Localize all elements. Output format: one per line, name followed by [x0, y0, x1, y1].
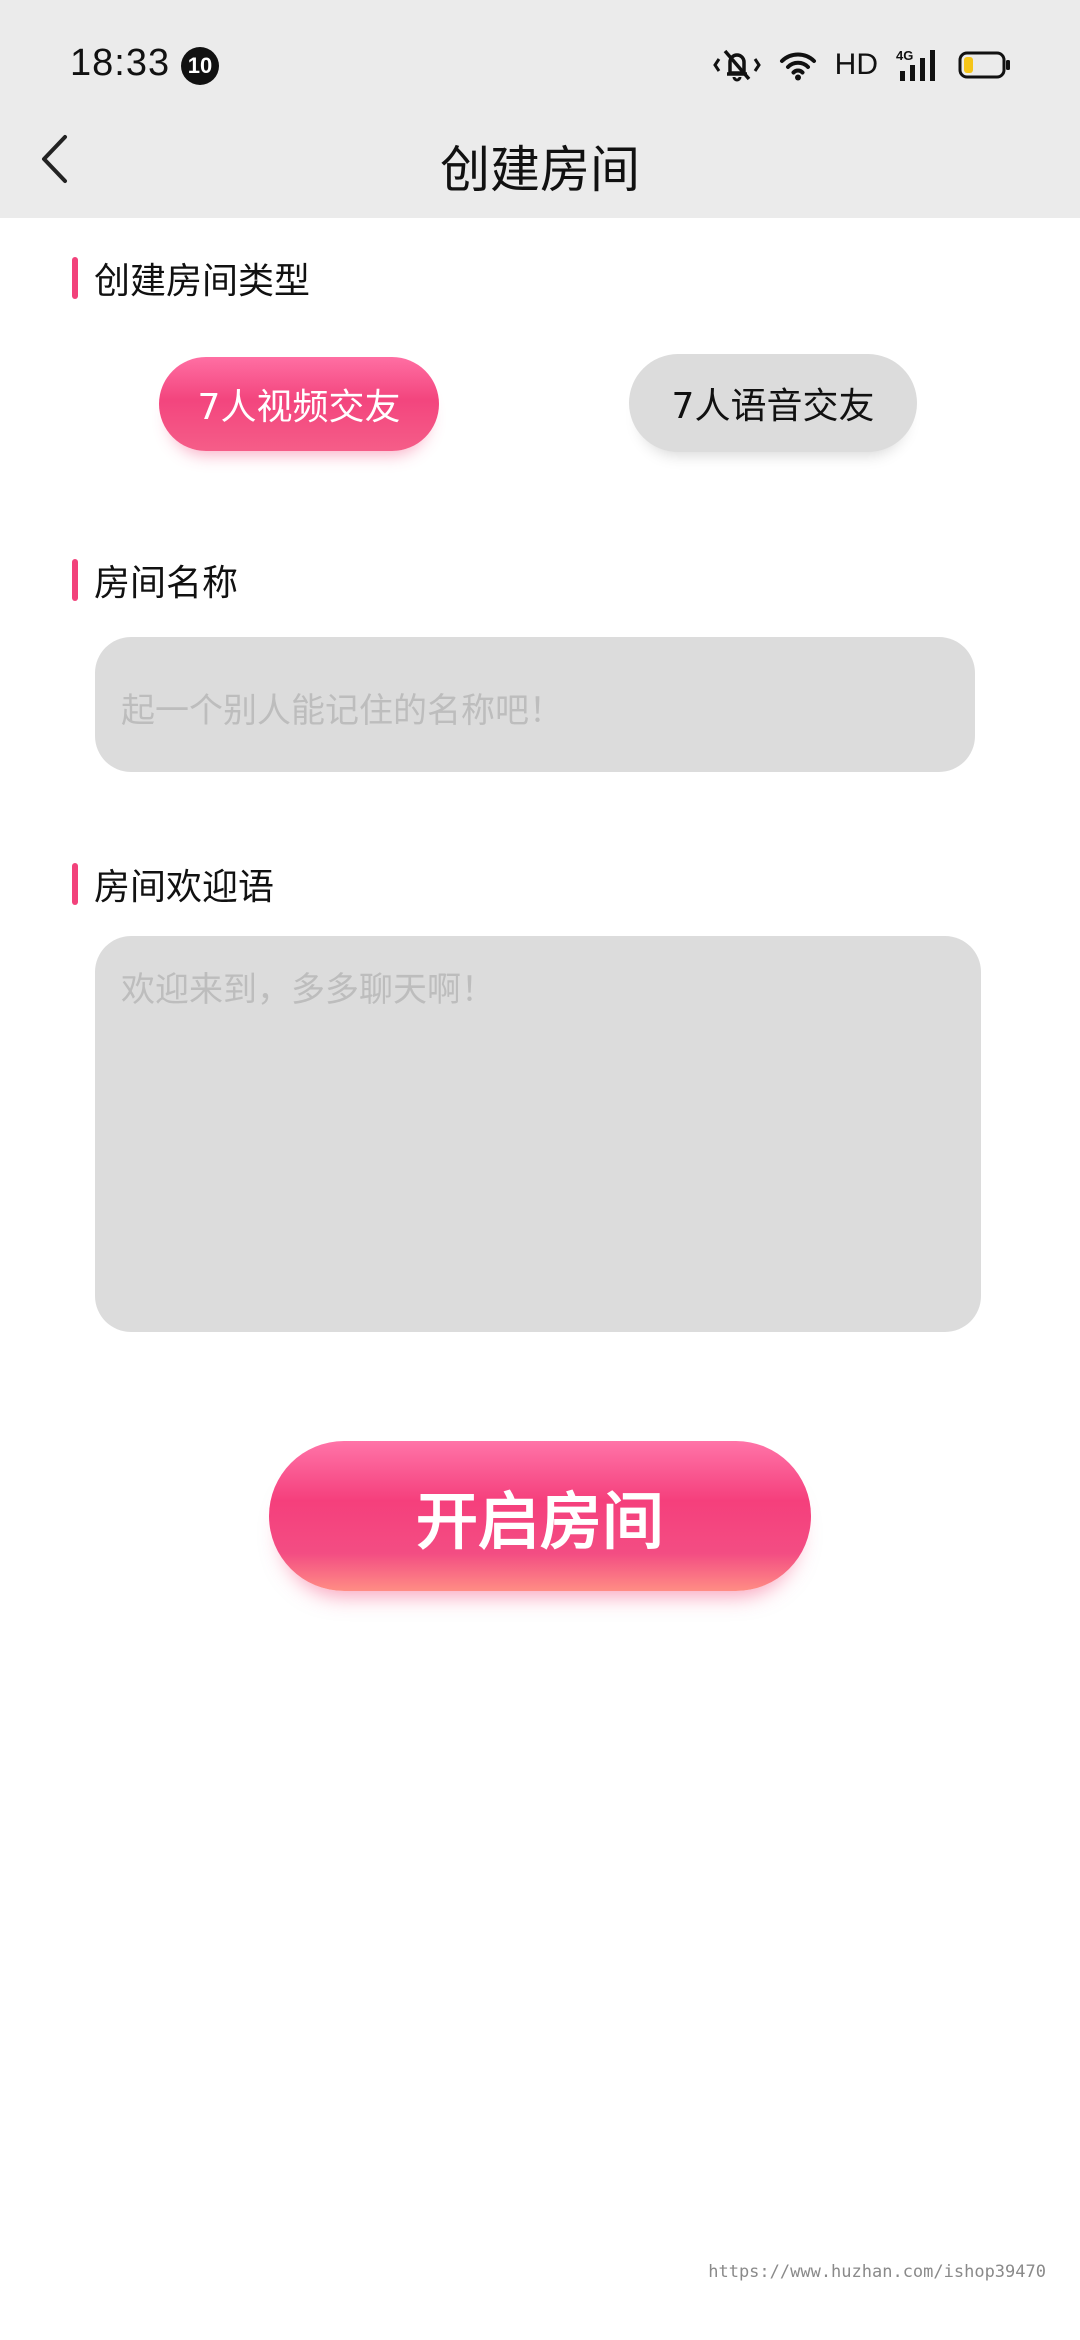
- section-marker: [72, 863, 78, 905]
- status-time: 18:33: [70, 42, 171, 84]
- watermark-text: https://www.huzhan.com/ishop39470: [708, 2262, 1046, 2282]
- notification-count-badge: 10: [181, 47, 219, 85]
- room-welcome-textarea[interactable]: 欢迎来到，多多聊天啊！: [95, 936, 981, 1332]
- room-name-input[interactable]: 起一个别人能记住的名称吧！: [95, 637, 975, 772]
- status-icons: HD 4G: [712, 44, 1012, 86]
- section-marker: [72, 559, 78, 601]
- mute-vibrate-icon: [712, 47, 761, 83]
- video-room-option-button[interactable]: 7人视频交友: [159, 357, 439, 451]
- room-welcome-label: 房间欢迎语: [94, 867, 275, 908]
- top-bar: 18:33 10 HD 4G 创建房间: [0, 0, 1080, 218]
- start-room-button[interactable]: 开启房间: [269, 1441, 811, 1591]
- room-welcome-header: 房间欢迎语: [72, 861, 275, 908]
- voice-room-option-button[interactable]: 7人语音交友: [629, 354, 917, 452]
- section-marker: [72, 257, 78, 299]
- signal-4g-icon: 4G: [896, 47, 940, 83]
- network-hd-label: HD: [834, 48, 878, 81]
- page-title: 创建房间: [440, 141, 640, 199]
- svg-text:4G: 4G: [896, 48, 913, 63]
- room-name-header: 房间名称: [72, 557, 239, 604]
- battery-icon: [958, 49, 1012, 81]
- room-type-label: 创建房间类型: [94, 261, 311, 302]
- room-type-header: 创建房间类型: [72, 255, 311, 302]
- room-name-label: 房间名称: [94, 563, 239, 604]
- wifi-icon: [779, 49, 817, 81]
